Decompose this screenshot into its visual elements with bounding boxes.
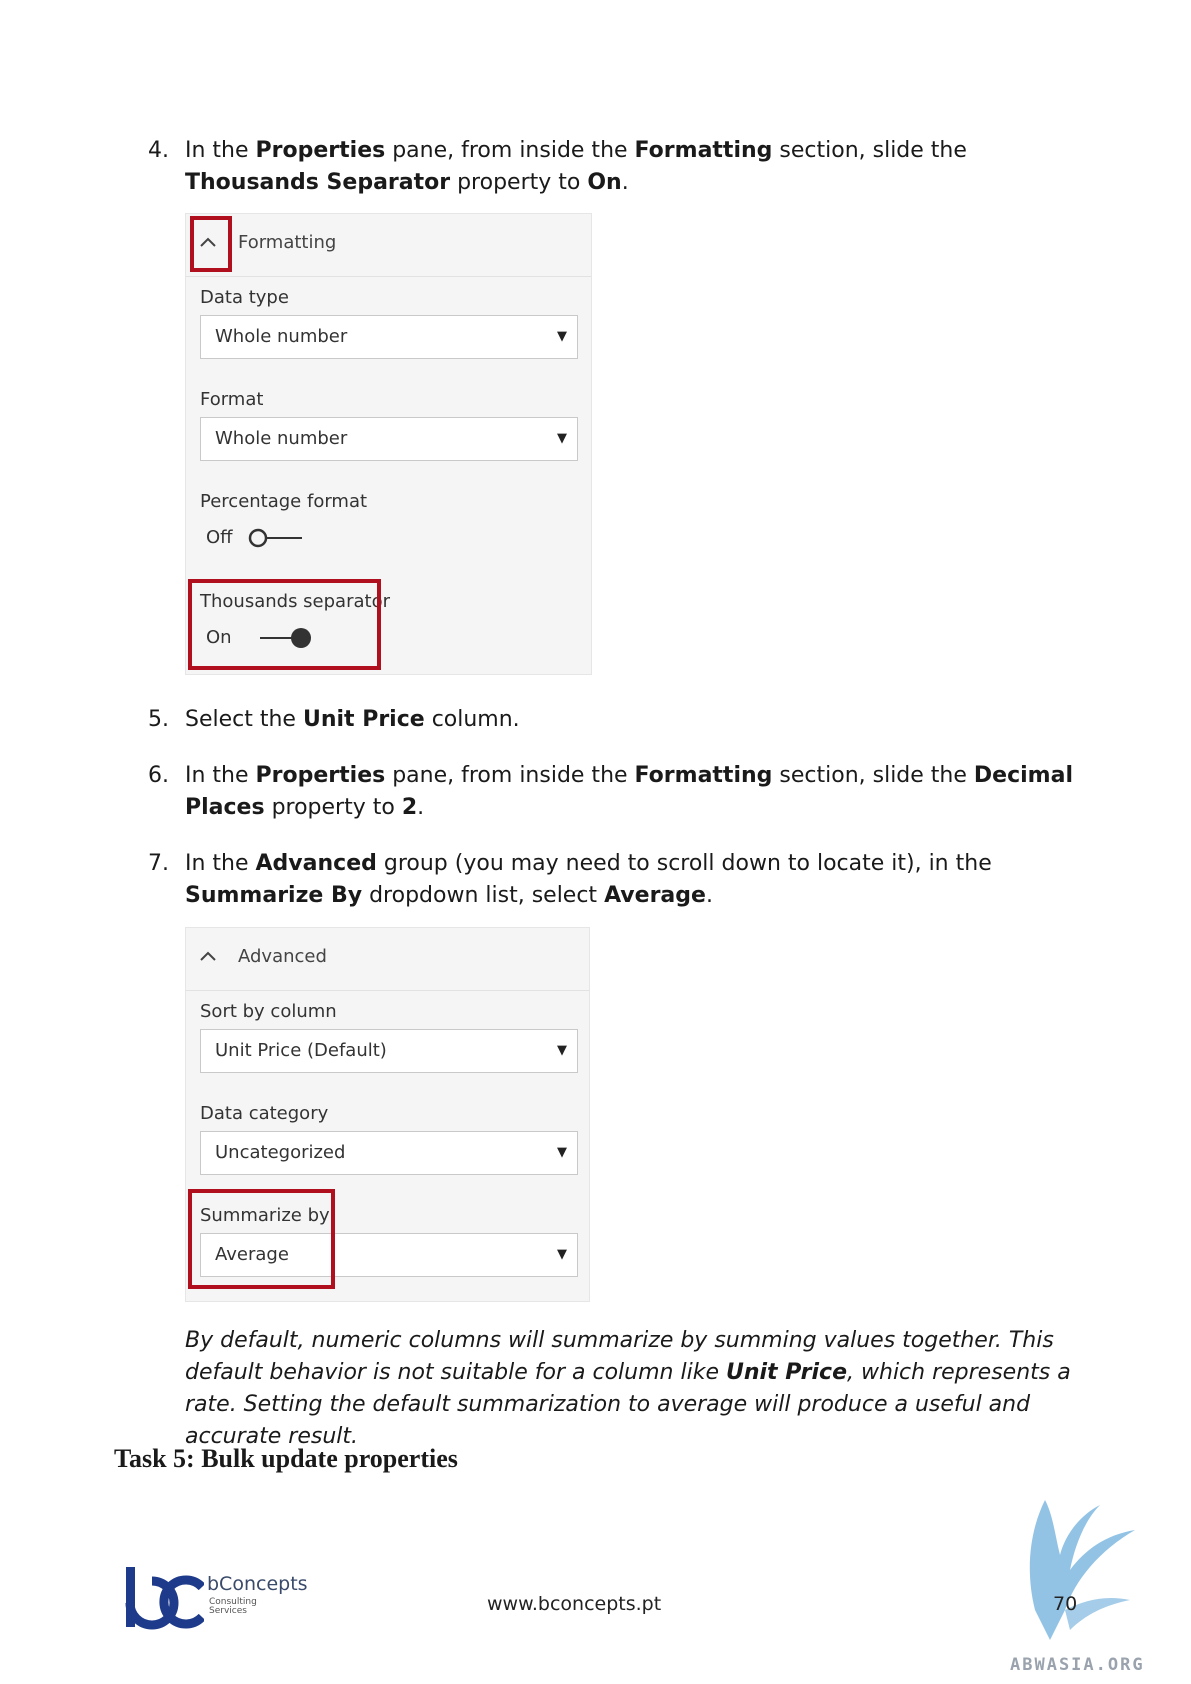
percentage-state: Off [206,527,233,548]
bold-term: Unit Price [302,707,425,732]
phoenix-watermark-icon [1029,1500,1135,1640]
text-run: property to [450,170,588,195]
sort-by-column-value: Unit Price (Default) [215,1040,387,1061]
advanced-header[interactable]: Advanced [186,928,589,991]
text-run: section, slide the [772,138,967,163]
data-type-select[interactable]: Whole number ▼ [200,315,578,359]
sort-by-column-label: Sort by column [200,1001,337,1022]
text-run: pane, from inside the [385,763,635,788]
bold-term: Summarize By [185,883,363,908]
bold-term: Properties [255,763,386,788]
dropdown-arrow-icon: ▼ [557,329,567,344]
formatting-header[interactable]: Formatting [186,214,591,277]
text-run: property to [264,795,402,820]
text-run: In the [185,763,256,788]
text-run: Select the [185,707,303,732]
step-number: 6. [148,763,169,788]
highlight-box [188,1189,335,1289]
dropdown-arrow-icon: ▼ [557,1043,567,1058]
brand-name: bConcepts [207,1573,308,1595]
text-run: column. [424,707,520,732]
brand-subtitle: Services [209,1606,247,1616]
sort-by-column-select[interactable]: Unit Price (Default) ▼ [200,1029,578,1073]
text-run: . [621,170,629,195]
step-number: 5. [148,707,169,732]
watermark-text: ABWASIA.ORG [1010,1655,1145,1675]
bold-term: Formatting [634,763,773,788]
dropdown-arrow-icon: ▼ [557,431,567,446]
percentage-format-label: Percentage format [200,491,368,512]
text-run: . [705,883,713,908]
footer-url[interactable]: www.bconcepts.pt [487,1593,661,1615]
text-run: . [417,795,425,820]
advanced-title: Advanced [238,946,327,967]
bconcepts-logo-icon [125,1567,204,1630]
data-category-value: Uncategorized [215,1142,346,1163]
formatting-title: Formatting [238,232,337,253]
step-number: 7. [148,851,169,876]
page-number: 70 [1053,1593,1078,1615]
bold-term: Average [604,883,706,908]
bold-term: Formatting [634,138,773,163]
step-number: 4. [148,138,169,163]
text-run: pane, from inside the [385,138,635,163]
format-label: Format [200,389,264,410]
dropdown-arrow-icon: ▼ [557,1247,567,1262]
step-4: 4. In the Properties pane, from inside t… [148,135,1098,199]
bold-term: Thousands Separator [185,170,451,195]
text-run: In the [185,138,256,163]
text-run: group (you may need to scroll down to lo… [376,851,992,876]
text-run: section, slide the [772,763,974,788]
highlight-box [190,216,232,272]
chevron-up-icon[interactable] [194,942,222,970]
step-text: In the Advanced group (you may need to s… [185,848,1098,912]
bold-term: Advanced [255,851,377,876]
note-paragraph: By default, numeric columns will summari… [185,1325,1085,1453]
data-category-label: Data category [200,1103,329,1124]
highlight-box [188,579,381,670]
task-heading: Task 5: Bulk update properties [114,1444,458,1473]
percentage-toggle[interactable] [248,526,304,550]
step-7: 7. In the Advanced group (you may need t… [148,848,1098,912]
bold-term: Properties [255,138,386,163]
step-text: Select the Unit Price column. [185,704,1098,736]
step-text: In the Properties pane, from inside the … [185,135,1098,199]
format-select[interactable]: Whole number ▼ [200,417,578,461]
bold-term: 2 [401,795,418,820]
step-5: 5. Select the Unit Price column. [148,704,1098,736]
step-6: 6. In the Properties pane, from inside t… [148,760,1098,824]
text-run: In the [185,851,256,876]
format-value: Whole number [215,428,348,449]
text-run: dropdown list, select [362,883,605,908]
data-category-select[interactable]: Uncategorized ▼ [200,1131,578,1175]
dropdown-arrow-icon: ▼ [557,1145,567,1160]
data-type-label: Data type [200,287,289,308]
step-text: In the Properties pane, from inside the … [185,760,1098,824]
bold-term: Unit Price [725,1360,848,1385]
data-type-value: Whole number [215,326,348,347]
bold-term: On [587,170,622,195]
